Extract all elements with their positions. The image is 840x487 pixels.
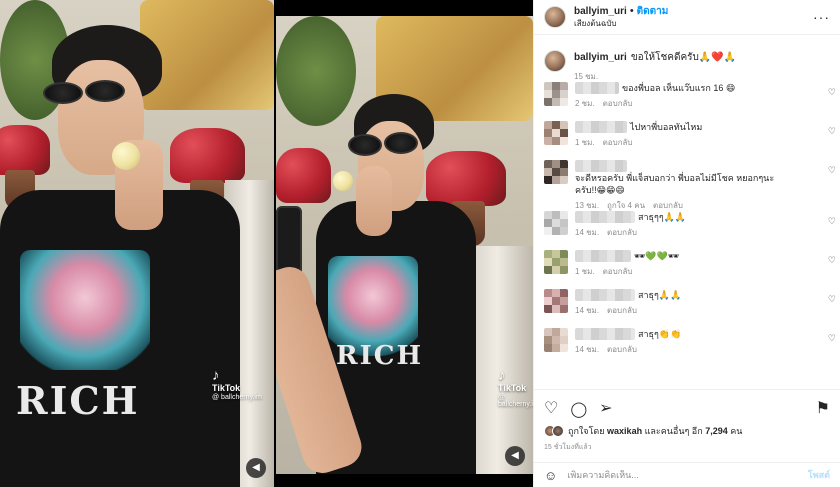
avatar[interactable] — [544, 250, 568, 274]
comment-username-blurred[interactable] — [575, 328, 635, 340]
comment-username-blurred[interactable] — [575, 289, 635, 301]
reply-button[interactable]: ตอบกลับ — [603, 267, 633, 276]
comments-list[interactable]: ballyim_uri ขอให้โชคดีครับ🙏❤️🙏 15 ชม. ของ… — [534, 40, 840, 388]
avatar[interactable] — [544, 160, 568, 184]
avatar[interactable] — [544, 82, 568, 106]
comment-row: ของพี่บอล เห็นแว๊บแรก 16 😄 2 ชม. ตอบกลับ ♡ — [534, 82, 840, 121]
avatar[interactable] — [544, 121, 568, 145]
tiktok-logo-icon: ♪ — [498, 367, 506, 384]
heart-icon[interactable]: ♡ — [828, 216, 836, 227]
avatar[interactable] — [544, 211, 568, 235]
more-horizontal-icon[interactable]: ··· — [813, 9, 830, 25]
post-sidebar: ballyim_uri • ติดตาม เสียงต้นฉบับ ··· ball… — [533, 0, 840, 487]
tiktok-logo-icon: ♪ — [212, 367, 220, 384]
comment-text: 🕶💚💚🕶 — [634, 251, 680, 261]
comment-time[interactable]: 2 ชม. — [575, 99, 595, 108]
tiktok-brand: TikTok — [212, 383, 241, 393]
comment-input[interactable] — [567, 470, 808, 480]
tiktok-watermark-left: ♪ TikTok @ ballcherny.im — [212, 368, 262, 401]
header-text: ballyim_uri • ติดตาม เสียงต้นฉบับ — [574, 5, 668, 29]
comment-row: สาธุๆๆ🙏🙏 14 ชม. ตอบกลับ ♡ — [534, 211, 840, 250]
action-bar: ♡ ◯ ➢ ⚑ ถูกใจโดย waxikah และคนอื่นๆ อีก … — [534, 389, 840, 455]
comment-text: สาธุๆ🙏🙏 — [638, 290, 682, 300]
comment-username-blurred[interactable] — [575, 250, 631, 262]
shirt-text-right: RICH — [336, 341, 424, 371]
comment-row: ไปหาพี่บอลทันไหม 1 ชม. ตอบกลับ ♡ — [534, 121, 840, 160]
shirt-text-left: RICH — [16, 378, 140, 423]
comment-username-blurred[interactable] — [575, 211, 635, 223]
reply-button[interactable]: ตอบกลับ — [603, 138, 633, 147]
caption-time: 15 ชม. — [574, 72, 599, 81]
avatar[interactable] — [544, 6, 566, 28]
comment-username-blurred[interactable] — [575, 82, 619, 94]
comment-time[interactable]: 1 ชม. — [575, 138, 595, 147]
liked-by-user[interactable]: waxikah — [607, 426, 642, 436]
heart-icon[interactable]: ♡ — [828, 294, 836, 305]
comment-text: สาธุๆ👏👏 — [638, 329, 682, 339]
heart-icon[interactable]: ♡ — [828, 255, 836, 266]
heart-icon[interactable]: ♡ — [828, 333, 836, 344]
tiktok-brand: TikTok — [498, 383, 527, 393]
video-right[interactable]: RICH ♪ TikTok @ ballcherny.im ◀ — [276, 16, 533, 474]
comment-text-cont: ครับ!!😁😁😄 — [575, 185, 625, 196]
comment-row: สาธุๆ🙏🙏 14 ชม. ตอบกลับ ♡ — [534, 289, 840, 328]
reply-button[interactable]: ตอบกลับ — [607, 306, 637, 315]
heart-icon[interactable]: ♡ — [828, 87, 836, 98]
avatar[interactable] — [544, 289, 568, 313]
paper-plane-icon[interactable]: ➢ — [599, 401, 612, 417]
comment-time[interactable]: 14 ชม. — [575, 345, 599, 354]
heart-icon[interactable]: ♡ — [828, 126, 836, 137]
comment-username-blurred[interactable] — [575, 121, 627, 133]
comment-time[interactable]: 14 ชม. — [575, 228, 599, 237]
post-button[interactable]: โพสต์ — [808, 468, 830, 482]
header-separator: • — [629, 5, 634, 18]
comment-time[interactable]: 14 ชม. — [575, 306, 599, 315]
avatar[interactable] — [544, 50, 566, 72]
speaker-icon[interactable]: ◀ — [246, 458, 266, 478]
reply-button[interactable]: ตอบกลับ — [653, 201, 683, 210]
liked-by[interactable]: ถูกใจโดย waxikah และคนอื่นๆ อีก 7,294 คน — [544, 424, 830, 438]
comment-row: สาธุๆ👏👏 14 ชม. ตอบกลับ ♡ — [534, 328, 840, 367]
audio-label[interactable]: เสียงต้นฉบับ — [574, 19, 668, 29]
tiktok-handle: @ ballcherny.im — [212, 394, 262, 401]
liked-by-prefix: ถูกใจโดย — [568, 426, 605, 436]
like-count[interactable]: 7,294 — [705, 426, 728, 436]
post-header: ballyim_uri • ติดตาม เสียงต้นฉบับ ··· — [534, 0, 840, 35]
smiley-icon[interactable]: ☺ — [544, 468, 557, 483]
header-username[interactable]: ballyim_uri — [574, 6, 627, 17]
comment-text: ไปหาพี่บอลทันไหม — [630, 122, 703, 132]
caption-username[interactable]: ballyim_uri — [574, 52, 627, 63]
bookmark-icon[interactable]: ⚑ — [816, 401, 830, 417]
liked-by-middle: และคนอื่นๆ อีก — [644, 426, 703, 436]
comment-like-count[interactable]: ถูกใจ 4 คน — [607, 201, 645, 210]
comment-composer: ☺ โพสต์ — [534, 462, 840, 487]
reply-button[interactable]: ตอบกลับ — [603, 99, 633, 108]
tiktok-watermark-right: ♪ TikTok @ ballcherny.im — [498, 368, 533, 408]
comment-row: จะดีหรอครับ พี่แจ็สบอกว่า พี่บอลไม่มีโชค… — [534, 160, 840, 211]
post-caption: ballyim_uri ขอให้โชคดีครับ🙏❤️🙏 15 ชม. — [534, 40, 840, 82]
comment-text: จะดีหรอครับ พี่แจ็สบอกว่า พี่บอลไม่มีโชค… — [575, 173, 775, 183]
comment-time[interactable]: 1 ชม. — [575, 267, 595, 276]
caption-text: ขอให้โชคดีครับ🙏❤️🙏 — [630, 52, 737, 63]
avatar — [552, 425, 564, 437]
posted-time[interactable]: 15 ชั่วโมงที่แล้ว — [544, 442, 830, 453]
reply-button[interactable]: ตอบกลับ — [607, 228, 637, 237]
video-scene-right — [276, 16, 533, 474]
heart-icon[interactable]: ♡ — [544, 401, 558, 417]
post-media[interactable]: RICH ♪ TikTok @ ballcherny.im ◀ RICH ♪ T… — [0, 0, 533, 487]
speaker-icon[interactable]: ◀ — [505, 446, 525, 466]
heart-icon[interactable]: ♡ — [828, 165, 836, 176]
comment-time[interactable]: 13 ชม. — [575, 201, 599, 210]
comment-username-blurred[interactable] — [575, 160, 627, 172]
avatar[interactable] — [544, 328, 568, 352]
liked-by-suffix: คน — [730, 426, 743, 436]
comment-row: 🕶💚💚🕶 1 ชม. ตอบกลับ ♡ — [534, 250, 840, 289]
tiktok-handle: @ ballcherny.im — [498, 394, 533, 408]
reply-button[interactable]: ตอบกลับ — [607, 345, 637, 354]
video-left[interactable]: RICH ♪ TikTok @ ballcherny.im ◀ — [0, 0, 274, 487]
comment-text: ของพี่บอล เห็นแว๊บแรก 16 😄 — [622, 83, 736, 93]
comment-text: สาธุๆๆ🙏🙏 — [638, 212, 687, 222]
follow-button[interactable]: ติดตาม — [637, 6, 669, 17]
comment-icon[interactable]: ◯ — [570, 402, 587, 417]
